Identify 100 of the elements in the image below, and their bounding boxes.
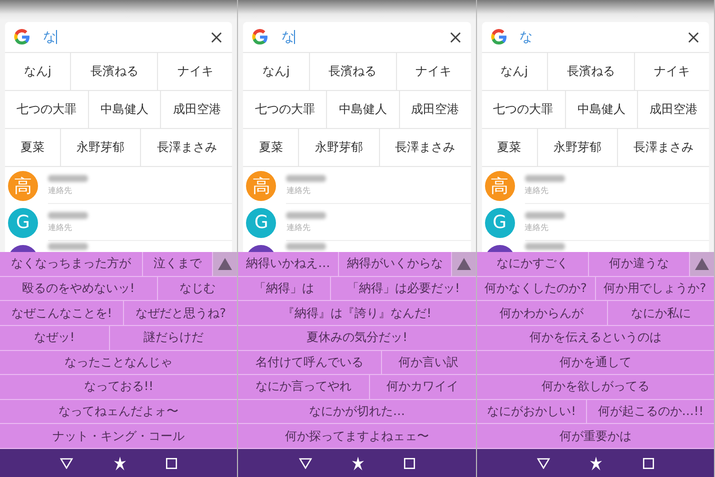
blurred-name xyxy=(286,242,326,250)
suggestion-chip[interactable]: 中島健人 xyxy=(89,91,162,128)
collapse-button[interactable] xyxy=(213,252,238,276)
candidate-key[interactable]: 何か言い訳 xyxy=(382,350,476,374)
suggestion-chip[interactable]: ナイキ xyxy=(158,53,232,90)
candidate-key[interactable]: 夏休みの気分だッ! xyxy=(238,326,476,350)
suggestion-chip[interactable]: 中島健人 xyxy=(327,91,400,128)
candidate-key[interactable]: 何が重要かは xyxy=(476,424,714,448)
suggestion-chip[interactable]: 成田空港 xyxy=(161,91,232,128)
suggestion-chip[interactable]: 長澤まさみ xyxy=(618,129,709,166)
contact-subtitle: 連絡先 xyxy=(48,222,73,232)
suggestion-chip[interactable]: 中島健人 xyxy=(566,91,638,128)
candidate-key[interactable]: 『納得』は『誇り』なんだ! xyxy=(238,301,476,325)
search-field[interactable]: な xyxy=(43,27,200,47)
candidate-key[interactable]: 何か探ってますよねェェ〜 xyxy=(238,424,476,448)
candidate-key[interactable]: なにかすごく xyxy=(476,252,590,276)
candidate-key[interactable]: なにかが切れた… xyxy=(238,400,476,424)
suggestion-chip[interactable]: 永野芽郁 xyxy=(61,129,142,166)
avatar: 高 xyxy=(8,170,38,200)
candidate-key[interactable]: なくなっちまった方が xyxy=(0,252,143,276)
candidate-key[interactable]: 名付けて呼んでいる xyxy=(238,350,382,374)
suggestion-chip[interactable]: なんj xyxy=(5,53,72,90)
candidate-key[interactable]: なぜこんなことを! xyxy=(0,301,124,325)
candidate-key[interactable]: なじむ xyxy=(158,276,238,300)
triangle-up-icon xyxy=(456,258,471,270)
back-icon[interactable] xyxy=(60,458,74,468)
candidate-key[interactable]: 何かを伝えるというのは xyxy=(476,326,714,350)
candidate-key[interactable]: 「納得」は必要だッ! xyxy=(331,276,476,300)
contact-subtitle: 連絡先 xyxy=(524,222,550,232)
blurred-name xyxy=(48,242,88,250)
suggestion-chip[interactable]: なんj xyxy=(243,53,310,90)
contact-subtitle: 連絡先 xyxy=(48,184,73,196)
candidate-key[interactable]: 納得いかねえ… xyxy=(238,252,339,276)
star-icon[interactable] xyxy=(590,456,602,470)
search-field[interactable]: な xyxy=(281,27,438,47)
suggestion-chip[interactable]: 夏菜 xyxy=(243,129,300,166)
suggestion-chip[interactable]: 長濱ねる xyxy=(71,53,158,90)
candidate-key[interactable]: 「納得」は xyxy=(238,276,332,300)
google-g-icon xyxy=(490,28,508,46)
suggestion-chip[interactable]: 長澤まさみ xyxy=(141,129,232,166)
avatar: 高 xyxy=(246,170,276,200)
candidate-key[interactable]: 何か用でしょうか? xyxy=(596,276,714,300)
suggestion-chip[interactable]: 夏菜 xyxy=(5,129,62,166)
blurred-name xyxy=(524,174,565,182)
back-icon[interactable] xyxy=(298,458,312,468)
collapse-button[interactable] xyxy=(452,252,476,276)
candidate-key[interactable]: 何かを通して xyxy=(476,350,714,374)
square-icon[interactable] xyxy=(404,458,416,468)
candidate-key[interactable]: なったことなんじゃ xyxy=(0,350,238,374)
star-icon[interactable] xyxy=(352,456,364,470)
suggestion-chip[interactable]: 長濱ねる xyxy=(310,53,397,90)
contact-subtitle: 連絡先 xyxy=(286,222,312,232)
close-icon[interactable] xyxy=(688,32,699,42)
back-icon[interactable] xyxy=(536,458,550,468)
suggestion-chip[interactable]: 七つの大罪 xyxy=(5,91,90,128)
suggestion-chip[interactable]: 夏菜 xyxy=(482,129,538,166)
suggestion-chip[interactable]: ナイキ xyxy=(635,53,709,90)
suggestion-chip[interactable]: 長澤まさみ xyxy=(380,129,471,166)
collapse-button[interactable] xyxy=(690,252,714,276)
candidate-key[interactable]: なってねェんだよォ〜 xyxy=(0,400,238,424)
avatar: G xyxy=(8,208,38,238)
blurred-name xyxy=(524,212,565,218)
avatar: G xyxy=(484,208,515,238)
suggestion-chip[interactable]: ナイキ xyxy=(396,53,471,90)
square-icon[interactable] xyxy=(642,458,654,468)
avatar: G xyxy=(246,208,276,238)
candidate-key[interactable]: なにか私に xyxy=(608,301,714,325)
search-field[interactable]: な xyxy=(520,27,676,47)
suggestion-chip[interactable]: 七つの大罪 xyxy=(482,91,566,128)
blurred-name xyxy=(48,174,88,182)
avatar: 高 xyxy=(484,170,515,200)
suggestion-chip[interactable]: 成田空港 xyxy=(400,91,471,128)
candidate-key[interactable]: 何かわからんが xyxy=(476,301,608,325)
candidate-key[interactable]: 何かカワイイ xyxy=(370,375,476,399)
suggestion-chip[interactable]: 七つの大罪 xyxy=(243,91,328,128)
candidate-key[interactable]: なぜだと思うね? xyxy=(124,301,238,325)
candidate-key[interactable]: 何かなくしたのか? xyxy=(476,276,596,300)
candidate-key[interactable]: なぜッ! xyxy=(0,326,110,350)
contact-subtitle: 連絡先 xyxy=(286,184,312,196)
candidate-key[interactable]: 何かを欲しがってる xyxy=(476,375,714,399)
suggestion-chip[interactable]: 成田空港 xyxy=(638,91,709,128)
triangle-up-icon xyxy=(218,258,232,270)
close-icon[interactable] xyxy=(450,32,461,42)
candidate-key[interactable]: ナット・キング・コール xyxy=(0,424,238,448)
candidate-key[interactable]: なにがおかしい! xyxy=(476,400,588,424)
candidate-key[interactable]: 謎だらけだ xyxy=(110,326,238,350)
candidate-key[interactable]: 殴るのをやめないッ! xyxy=(0,276,158,300)
candidate-key[interactable]: 何が起こるのか…!! xyxy=(587,400,714,424)
close-icon[interactable] xyxy=(211,32,222,42)
suggestion-chip[interactable]: なんj xyxy=(482,53,548,90)
contact-subtitle: 連絡先 xyxy=(524,184,550,196)
candidate-key[interactable]: なっておる!! xyxy=(0,375,238,399)
square-icon[interactable] xyxy=(166,458,178,468)
blurred-name xyxy=(286,212,326,218)
suggestion-chip[interactable]: 永野芽郁 xyxy=(538,129,618,166)
suggestion-chip[interactable]: 長濱ねる xyxy=(548,53,635,90)
candidate-key[interactable]: なにか言ってやれ xyxy=(238,375,370,399)
star-icon[interactable] xyxy=(114,456,126,470)
google-g-icon xyxy=(251,28,270,46)
suggestion-chip[interactable]: 永野芽郁 xyxy=(299,129,380,166)
